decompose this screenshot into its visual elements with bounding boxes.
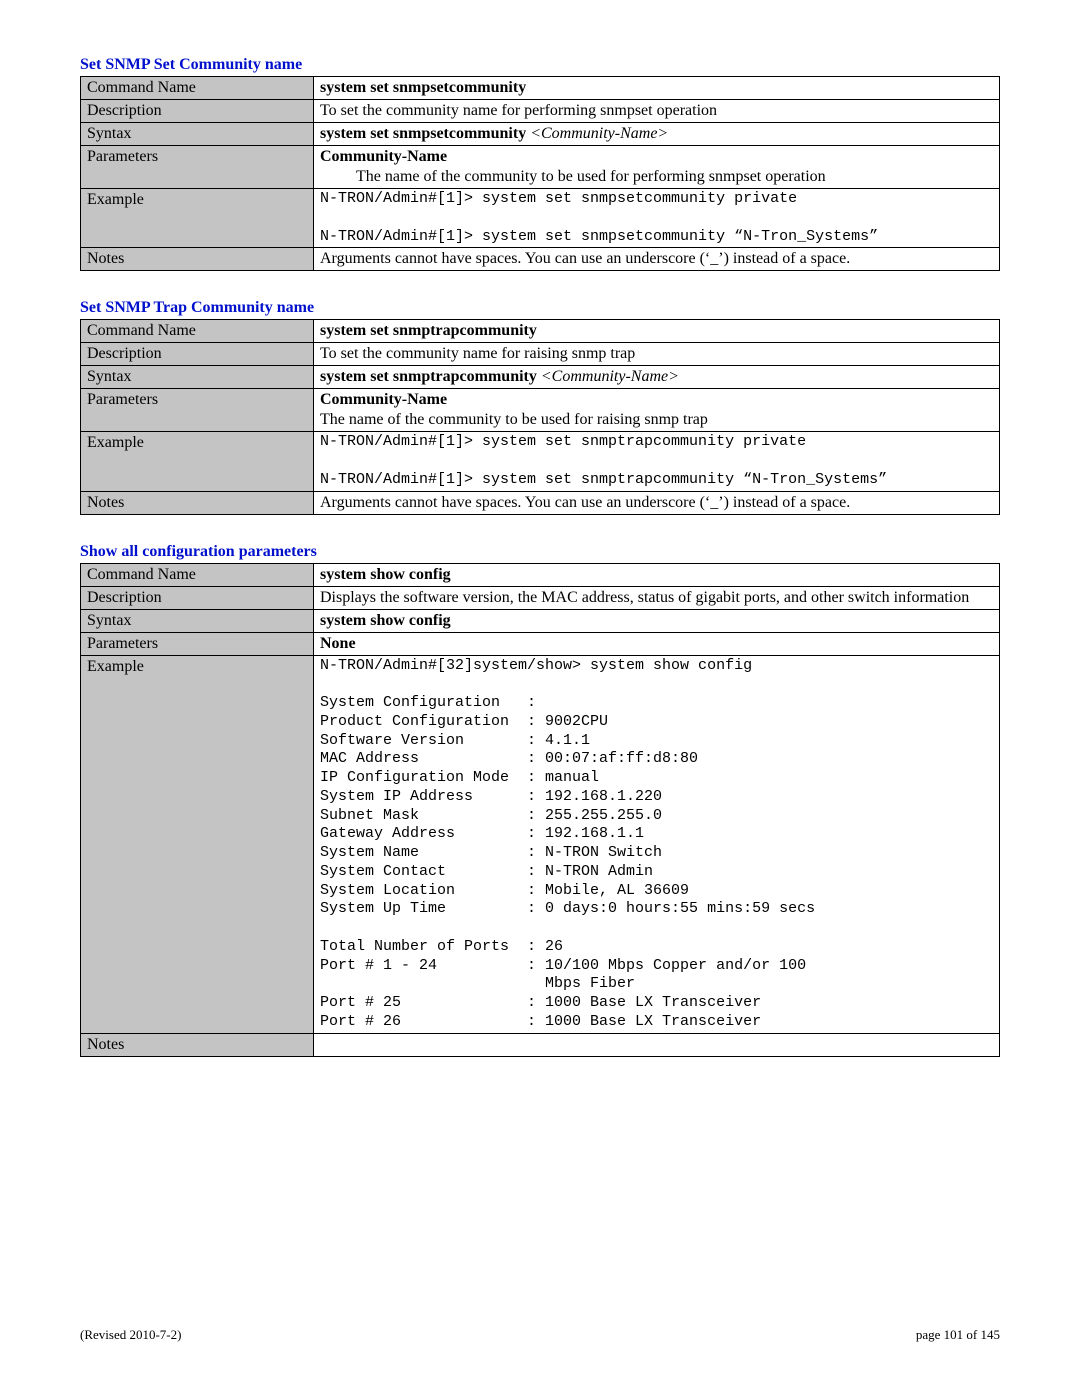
row-value: Arguments cannot have spaces. You can us…: [314, 491, 1000, 514]
table-row: Notes: [81, 1033, 1000, 1056]
row-label: Command Name: [81, 563, 314, 586]
row-value: Community-Name The name of the community…: [314, 146, 1000, 189]
row-value: Displays the software version, the MAC a…: [314, 586, 1000, 609]
row-label: Description: [81, 100, 314, 123]
row-label: Description: [81, 586, 314, 609]
row-label: Syntax: [81, 366, 314, 389]
table-row: Command Name system set snmptrapcommunit…: [81, 320, 1000, 343]
row-value: Community-Name The name of the community…: [314, 389, 1000, 432]
footer-left: (Revised 2010-7-2): [80, 1327, 181, 1343]
table-row: Description To set the community name fo…: [81, 343, 1000, 366]
row-label: Notes: [81, 1033, 314, 1056]
table-row: Example N-TRON/Admin#[1]> system set snm…: [81, 189, 1000, 248]
row-value: [314, 1033, 1000, 1056]
table-row: Notes Arguments cannot have spaces. You …: [81, 491, 1000, 514]
row-value: system set snmpsetcommunity <Community-N…: [314, 123, 1000, 146]
row-value: Arguments cannot have spaces. You can us…: [314, 248, 1000, 271]
table-row: Notes Arguments cannot have spaces. You …: [81, 248, 1000, 271]
row-label: Example: [81, 189, 314, 248]
table-row: Parameters None: [81, 632, 1000, 655]
row-label: Parameters: [81, 146, 314, 189]
row-label: Notes: [81, 491, 314, 514]
document-page: Set SNMP Set Community name Command Name…: [0, 0, 1080, 1397]
table-row: Syntax system set snmpsetcommunity <Comm…: [81, 123, 1000, 146]
row-value: N-TRON/Admin#[1]> system set snmpsetcomm…: [314, 189, 1000, 248]
row-value: system set snmptrapcommunity: [314, 320, 1000, 343]
table-row: Example N-TRON/Admin#[32]system/show> sy…: [81, 655, 1000, 1033]
row-label: Syntax: [81, 609, 314, 632]
row-value: system set snmptrapcommunity <Community-…: [314, 366, 1000, 389]
row-label: Command Name: [81, 320, 314, 343]
command-table: Command Name system set snmpsetcommunity…: [80, 76, 1000, 271]
row-value: None: [314, 632, 1000, 655]
command-table: Command Name system set snmptrapcommunit…: [80, 319, 1000, 514]
row-label: Notes: [81, 248, 314, 271]
table-row: Description To set the community name fo…: [81, 100, 1000, 123]
table-row: Example N-TRON/Admin#[1]> system set snm…: [81, 432, 1000, 491]
row-value: To set the community name for raising sn…: [314, 343, 1000, 366]
table-row: Parameters Community-Name The name of th…: [81, 146, 1000, 189]
row-value: N-TRON/Admin#[1]> system set snmptrapcom…: [314, 432, 1000, 491]
row-label: Parameters: [81, 389, 314, 432]
row-label: Example: [81, 432, 314, 491]
table-row: Syntax system show config: [81, 609, 1000, 632]
section-title: Show all configuration parameters: [80, 543, 1000, 561]
row-label: Example: [81, 655, 314, 1033]
row-value: system show config: [314, 609, 1000, 632]
page-footer: (Revised 2010-7-2) page 101 of 145: [80, 1327, 1000, 1343]
footer-right: page 101 of 145: [916, 1327, 1000, 1343]
table-row: Syntax system set snmptrapcommunity <Com…: [81, 366, 1000, 389]
row-label: Description: [81, 343, 314, 366]
row-label: Syntax: [81, 123, 314, 146]
row-label: Command Name: [81, 77, 314, 100]
section-title: Set SNMP Set Community name: [80, 56, 1000, 74]
row-value: To set the community name for performing…: [314, 100, 1000, 123]
table-row: Description Displays the software versio…: [81, 586, 1000, 609]
row-value: system set snmpsetcommunity: [314, 77, 1000, 100]
table-row: Parameters Community-Name The name of th…: [81, 389, 1000, 432]
row-value: system show config: [314, 563, 1000, 586]
row-value: N-TRON/Admin#[32]system/show> system sho…: [314, 655, 1000, 1033]
row-label: Parameters: [81, 632, 314, 655]
command-table: Command Name system show config Descript…: [80, 563, 1000, 1057]
table-row: Command Name system set snmpsetcommunity: [81, 77, 1000, 100]
table-row: Command Name system show config: [81, 563, 1000, 586]
section-title: Set SNMP Trap Community name: [80, 299, 1000, 317]
